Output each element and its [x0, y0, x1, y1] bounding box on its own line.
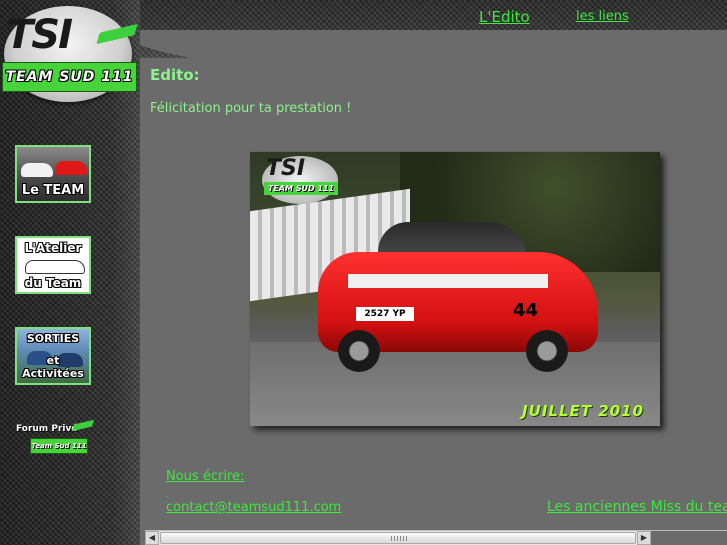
forum-label: Forum Privé — [16, 424, 78, 434]
separator-dot: . — [166, 490, 169, 499]
photo-logo: TSI TEAM SUD 111 — [262, 156, 342, 206]
nav-link-liens[interactable]: les liens — [576, 9, 629, 24]
scrollbar-thumb[interactable] — [160, 532, 636, 544]
horizontal-scrollbar[interactable]: ◀ ▶ — [145, 530, 727, 545]
wheel-icon — [338, 330, 380, 372]
photo-caption: JUILLET 2010 — [522, 402, 644, 420]
scroll-right-arrow-icon[interactable]: ▶ — [637, 531, 651, 545]
car-sketch-icon — [25, 260, 85, 274]
miss-gallery-link[interactable]: Les anciennes Miss du team — [547, 499, 727, 515]
white-car-icon — [21, 163, 53, 177]
scroll-left-arrow-icon[interactable]: ◀ — [145, 531, 159, 545]
sidebar-item-label: L'Atelier — [24, 241, 82, 255]
sidebar-item-sorties[interactable]: SORTIES et Activitées — [15, 327, 91, 385]
rally-car: 2527 YP 44 — [308, 212, 608, 372]
sidebar-item-forum[interactable]: Forum Privé Team Sud 111 — [14, 418, 95, 458]
scroll-gutter — [651, 531, 727, 545]
sidebar-item-label: du Team — [24, 276, 82, 290]
rally-photo: 2527 YP 44 TSI TEAM SUD 111 JUILLET 2010 — [250, 152, 660, 426]
sidebar-item-team[interactable]: Le TEAM — [15, 145, 91, 203]
photo-logo-wordmark: TSI — [266, 156, 306, 181]
scroll-grip-icon — [391, 536, 407, 541]
site-logo[interactable]: TSI TEAM SUD 111 — [0, 4, 138, 104]
logo-band: TEAM SUD 111 — [2, 62, 137, 92]
forum-badge: Team Sud 111 — [30, 438, 88, 454]
sidebar-item-atelier[interactable]: L'Atelier du Team — [15, 236, 91, 294]
intro-text: Félicitation pour ta prestation ! — [150, 101, 352, 116]
page-title: Edito: — [150, 66, 200, 84]
write-us-link[interactable]: Nous écrire: — [166, 469, 244, 484]
sidebar-item-label: SORTIES — [26, 332, 80, 345]
photo-logo-band: TEAM SUD 111 — [264, 182, 338, 195]
car-stripe — [348, 274, 548, 288]
logo-wordmark: TSI — [6, 12, 73, 58]
car-number: 44 — [513, 300, 539, 321]
red-car-icon — [55, 161, 87, 175]
header-curve — [120, 30, 727, 90]
car-plate: 2527 YP — [356, 307, 414, 321]
wheel-icon — [526, 330, 568, 372]
sidebar-item-label: et Activitées — [22, 354, 84, 380]
nav-link-edito[interactable]: L'Edito — [479, 8, 530, 26]
contact-email-link[interactable]: contact@teamsud111.com — [166, 500, 341, 515]
sidebar-item-label: Le TEAM — [21, 183, 85, 198]
